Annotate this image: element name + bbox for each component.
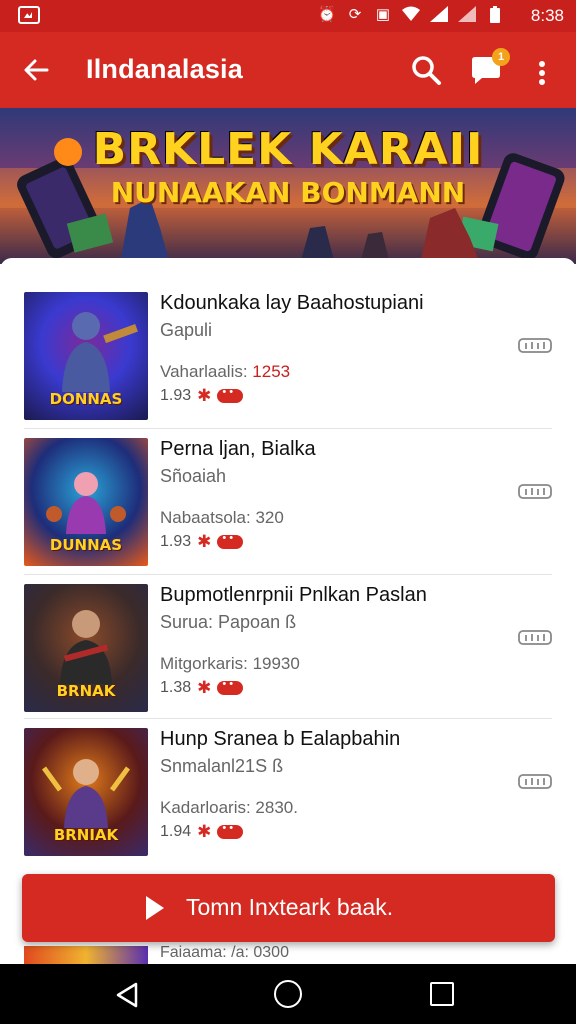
primary-action-button[interactable]: Tomn Inxteark baak. [22,874,555,942]
promo-banner[interactable]: BRKLEK KARAII NUNAAKAN BONMANN [0,108,576,264]
badge-icon [217,386,244,403]
badge-icon [217,678,244,695]
wifi-icon [402,5,420,23]
app-developer: Surua: Papoan ß [160,612,297,632]
app-downloads: Mitgorkaris: 19930 [160,654,300,674]
downloads-label: Kadarloaris: 2830. [160,798,298,817]
banner-title: BRKLEK KARAII [92,124,484,175]
app-downloads: Vaharlaalis: 1253 [160,362,290,382]
signal-icon [458,5,476,23]
star-icon: ✱ [197,532,212,551]
play-icon [146,896,164,920]
battery-icon [486,5,504,23]
system-nav-bar [0,964,576,1024]
banner-subtitle: NUNAAKAN BONMANN [110,176,466,209]
downloads-label: Vaharlaalis: [160,362,253,381]
app-bar: Ilndanalasia 1 [0,32,576,108]
thumbnail-label: BRNIAK [53,826,119,844]
app-thumbnail [24,946,148,964]
app-title: Bupmotlenrpnii Pnlkan Paslan [160,584,427,606]
search-icon [412,56,441,85]
more-vert-icon [539,61,545,85]
app-developer: Sñoaiah [160,466,227,486]
app-thumbnail: DUNNAS [24,438,148,566]
list-item[interactable]: DUNNAS Perna ljan, Bialka Sñoaiah Nabaat… [0,404,576,566]
signal-icon [430,5,448,23]
app-rating: 1.94 ✱ [160,822,244,842]
primary-action-label: Tomn Inxteark baak. [186,894,394,920]
download-icon[interactable] [518,482,552,500]
app-downloads: Kadarloaris: 2830. [160,798,298,818]
app-downloads: Nabaatsola: 320 [160,508,284,528]
sync-icon: ⟳ [348,6,362,23]
nav-back-icon[interactable] [112,980,142,1010]
downloads-label: Mitgorkaris: 19930 [160,654,300,673]
download-icon[interactable] [518,336,552,354]
search-button[interactable] [406,50,446,90]
download-icon[interactable] [518,628,552,646]
nav-recents-icon[interactable] [430,982,454,1006]
app-title: Hunp Sranea b Ealapbahin [160,728,401,750]
status-time: 8:38 [530,6,564,25]
status-bar: ⏰ ⟳ ▣ 8:38 [0,0,576,32]
chat-button[interactable]: 1 [466,48,510,90]
back-button[interactable] [14,48,58,92]
alarm-icon: ⏰ [317,6,337,23]
app-rating: 1.93 ✱ [160,386,244,406]
app-rating: 1.93 ✱ [160,532,244,552]
rating-value: 1.93 [160,533,192,550]
downloads-label: Nabaatsola: 320 [160,508,284,527]
status-icons: ⏰ ⟳ ▣ [318,5,504,23]
back-arrow-icon [24,59,49,81]
app-developer: Snmalanl21S ß [160,756,284,776]
app-thumbnail: BRNIAK [24,728,148,856]
nav-home-icon[interactable] [274,980,302,1008]
app-developer: Gapuli [160,320,213,340]
download-icon[interactable] [518,772,552,790]
app-downloads: Faiaama: /a: 0300 [160,944,289,961]
rating-value: 1.93 [160,387,192,404]
app-title: Kdounkaka lay Baahostupiani [160,292,424,314]
star-icon: ✱ [197,822,212,841]
app-list: DONNAS Kdounkaka lay Baahostupiani Gapul… [0,258,576,964]
vibrate-icon: ▣ [375,6,391,23]
list-item[interactable]: BRNIAK Hunp Sranea b Ealapbahin Snmalanl… [0,694,576,856]
badge-icon [217,532,244,549]
notification-badge: 1 [492,48,510,66]
downloads-count: 1253 [252,362,291,381]
star-icon: ✱ [197,386,212,405]
app-thumbnail: BRNAK [24,584,148,712]
more-options-button[interactable] [528,52,556,92]
badge-icon [217,822,244,839]
rating-value: 1.94 [160,823,192,840]
page-title: Ilndanalasia [86,54,243,84]
list-item[interactable]: DONNAS Kdounkaka lay Baahostupiani Gapul… [0,258,576,420]
gallery-icon [18,6,40,24]
list-item[interactable]: BRNAK Bupmotlenrpnii Pnlkan Paslan Surua… [0,550,576,712]
app-title: Perna ljan, Bialka [160,438,316,460]
app-thumbnail: DONNAS [24,292,148,420]
